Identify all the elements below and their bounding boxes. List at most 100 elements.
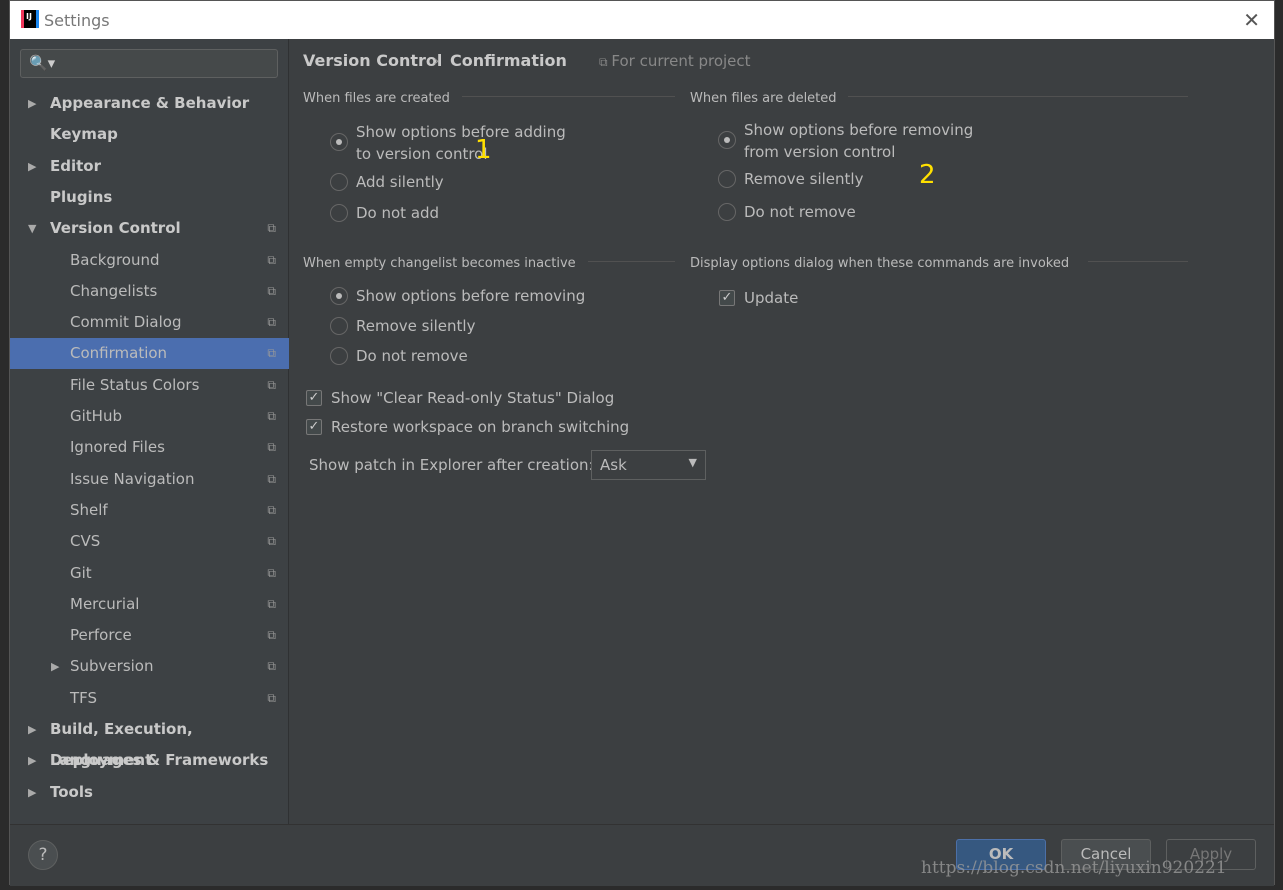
sidebar-item-ignored-files[interactable]: Ignored Files ⧉ <box>10 432 289 463</box>
radio-remove-silently[interactable]: Remove silently <box>718 168 863 190</box>
project-scope-icon: ⧉ <box>267 596 276 611</box>
sidebar-item-languages-frameworks[interactable]: ▶ Languages & Frameworks <box>10 745 289 776</box>
sidebar-item-subversion[interactable]: ▶ Subversion ⧉ <box>10 651 289 682</box>
sidebar-item-label: Ignored Files <box>70 438 165 457</box>
project-scope-icon: ⧉ <box>267 659 276 674</box>
sidebar-item-label: Plugins <box>50 187 113 206</box>
divider <box>848 96 1188 97</box>
radio-empty-remove-silently[interactable]: Remove silently <box>330 315 475 337</box>
radio-icon <box>330 317 348 335</box>
divider <box>1088 261 1188 262</box>
checkmark-icon: ✓ <box>719 290 735 306</box>
search-icon: 🔍▾ <box>29 54 56 72</box>
collapsed-arrow-icon[interactable]: ▶ <box>28 714 36 745</box>
sidebar-item-label: Issue Navigation <box>70 469 195 488</box>
annotation-2: 2 <box>919 160 936 190</box>
radio-show-options-adding[interactable]: Show options before adding to version con… <box>330 121 566 165</box>
sidebar-item-label: Mercurial <box>70 594 140 613</box>
radio-add-silently[interactable]: Add silently <box>330 171 444 193</box>
project-scope-icon: ⧉ <box>267 628 276 643</box>
collapsed-arrow-icon[interactable]: ▶ <box>28 745 36 776</box>
breadcrumb-version-control[interactable]: Version Control <box>303 51 442 70</box>
sidebar-item-label: Subversion <box>70 657 154 676</box>
search-input[interactable]: 🔍▾ <box>20 49 278 78</box>
sidebar-item-appearance-behavior[interactable]: ▶ Appearance & Behavior <box>10 88 289 119</box>
sidebar-item-plugins[interactable]: Plugins <box>10 182 289 213</box>
watermark: https://blog.csdn.net/liyuxin920221 <box>921 858 1227 878</box>
radio-empty-show-options[interactable]: Show options before removing <box>330 285 585 307</box>
sidebar-item-editor[interactable]: ▶ Editor <box>10 151 289 182</box>
sidebar-item-keymap[interactable]: Keymap <box>10 119 289 150</box>
sidebar-item-label: Confirmation <box>70 344 168 363</box>
option-text: Do not remove <box>744 203 856 221</box>
radio-icon <box>330 133 348 151</box>
sidebar-item-tools[interactable]: ▶ Tools <box>10 777 289 808</box>
option-text: Show options before adding <box>356 123 566 141</box>
radio-empty-do-not-remove[interactable]: Do not remove <box>330 345 468 367</box>
sidebar-item-file-status-colors[interactable]: File Status Colors ⧉ <box>10 370 289 401</box>
group-created-title: When files are created <box>303 91 450 106</box>
sidebar-item-label: Appearance & Behavior <box>50 94 250 112</box>
project-scope-icon: ⧉ <box>267 565 276 580</box>
radio-show-options-removing[interactable]: Show options before removing from version… <box>718 119 973 163</box>
annotation-1: 1 <box>475 135 492 165</box>
sidebar-item-issue-navigation[interactable]: Issue Navigation ⧉ <box>10 464 289 495</box>
sidebar-item-build-execution-deployment[interactable]: ▶ Build, Execution, Deployment <box>10 714 289 769</box>
help-button[interactable]: ? <box>28 840 58 870</box>
sidebar-item-cvs[interactable]: CVS ⧉ <box>10 526 289 557</box>
option-text: Remove silently <box>744 170 864 188</box>
checkbox-restore-workspace[interactable]: ✓ Restore workspace on branch switching <box>306 416 629 438</box>
sidebar-item-mercurial[interactable]: Mercurial ⧉ <box>10 589 289 620</box>
sidebar-item-git[interactable]: Git ⧉ <box>10 558 289 589</box>
option-text: Update <box>744 289 799 307</box>
sidebar-item-background[interactable]: Background ⧉ <box>10 245 289 276</box>
checkbox-clear-readonly[interactable]: ✓ Show "Clear Read-only Status" Dialog <box>306 387 614 409</box>
checkbox-update[interactable]: ✓ Update <box>719 287 798 309</box>
project-scope-icon: ⧉ <box>267 315 276 330</box>
settings-dialog: IJ Settings ✕ 🔍▾ ▶ Appearance & Behavior K… <box>9 0 1275 886</box>
radio-do-not-add[interactable]: Do not add <box>330 202 439 224</box>
sidebar-item-label: File Status Colors <box>70 375 200 394</box>
option-text: from version control <box>744 143 896 161</box>
sidebar-item-changelists[interactable]: Changelists ⧉ <box>10 276 289 307</box>
option-text: Show "Clear Read-only Status" Dialog <box>331 389 615 407</box>
divider <box>462 96 675 97</box>
option-text: Show options before removing <box>356 287 586 305</box>
option-text: Show options before removing <box>744 121 974 139</box>
sidebar-item-perforce[interactable]: Perforce ⧉ <box>10 620 289 651</box>
radio-icon <box>330 173 348 191</box>
project-scope-icon: ⧉ <box>267 690 276 705</box>
collapsed-arrow-icon[interactable]: ▶ <box>51 651 59 682</box>
patch-select[interactable]: Ask ▼ <box>591 450 706 480</box>
sidebar-item-confirmation[interactable]: Confirmation ⧉ <box>10 338 289 370</box>
project-scope-icon: ⧉ <box>267 534 276 549</box>
sidebar-item-label: GitHub <box>70 407 122 425</box>
chevron-down-icon: ▼ <box>688 456 697 469</box>
group-deleted-title: When files are deleted <box>690 91 837 106</box>
intellij-logo-icon: IJ <box>21 10 39 28</box>
radio-icon <box>330 287 348 305</box>
radio-icon <box>330 347 348 365</box>
project-scope-icon: ⧉ <box>267 221 276 236</box>
sidebar-item-shelf[interactable]: Shelf ⧉ <box>10 495 289 526</box>
close-icon[interactable]: ✕ <box>1243 8 1260 32</box>
sidebar-item-github[interactable]: GitHub ⧉ <box>10 401 289 432</box>
sidebar-item-label: Shelf <box>70 500 108 519</box>
sidebar-item-tfs[interactable]: TFS ⧉ <box>10 683 289 714</box>
collapsed-arrow-icon[interactable]: ▶ <box>28 151 36 182</box>
project-scope-icon: ⧉ <box>267 409 276 423</box>
collapsed-arrow-icon[interactable]: ▶ <box>28 88 36 119</box>
sidebar-item-commit-dialog[interactable]: Commit Dialog ⧉ <box>10 307 289 338</box>
radio-do-not-remove[interactable]: Do not remove <box>718 201 856 223</box>
expanded-arrow-icon[interactable]: ▼ <box>28 213 36 244</box>
collapsed-arrow-icon[interactable]: ▶ <box>28 777 36 808</box>
divider <box>588 261 675 262</box>
project-scope-icon: ⧉ <box>267 502 276 517</box>
breadcrumb-separator: › <box>433 51 440 70</box>
scope-label: ⧉ For current project <box>599 52 751 70</box>
option-text: Restore workspace on branch switching <box>331 418 630 436</box>
option-text: Do not remove <box>356 347 468 365</box>
sidebar-item-version-control[interactable]: ▼ Version Control ⧉ <box>10 213 289 244</box>
sidebar-item-label: Keymap <box>50 125 118 144</box>
title-bar: IJ Settings ✕ <box>10 1 1274 39</box>
